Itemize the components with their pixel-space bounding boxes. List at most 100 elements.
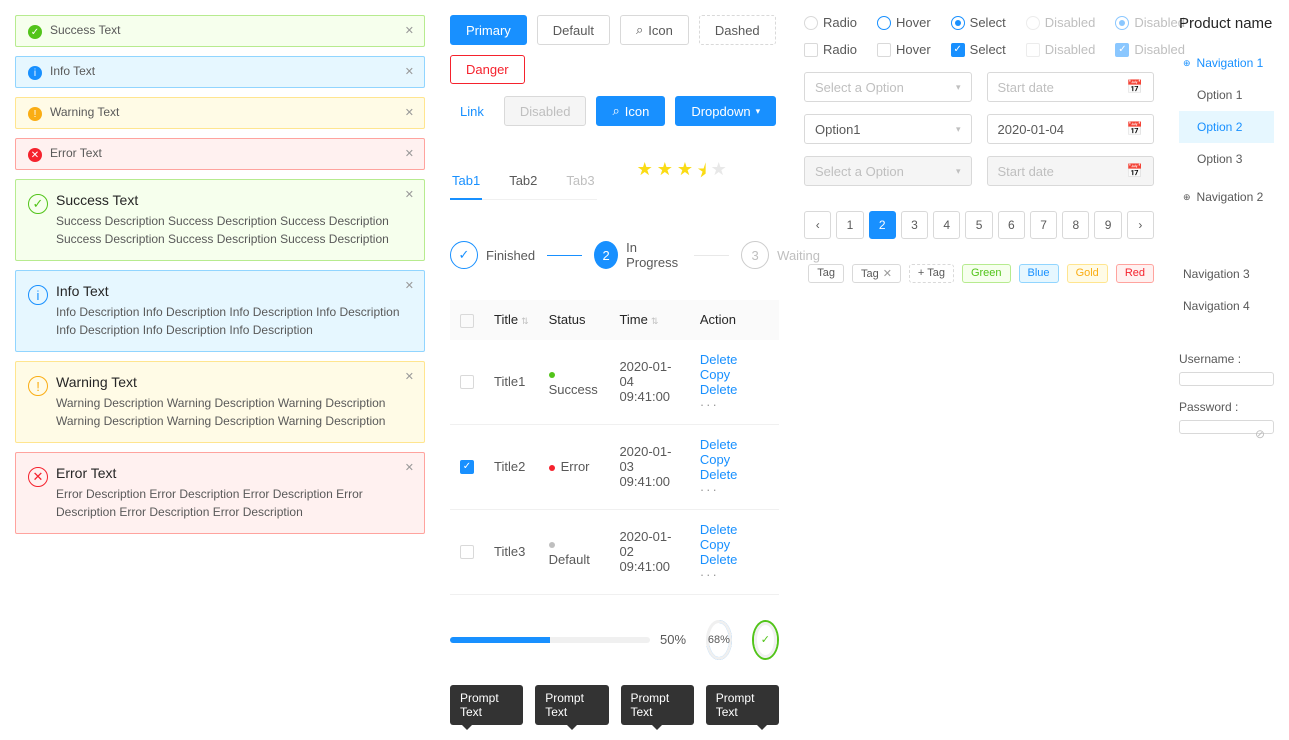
tag-red[interactable]: Red	[1116, 264, 1154, 283]
alert-info-large: i Info Text Info Description Info Descri…	[15, 270, 425, 352]
copy-link[interactable]: Copy	[700, 452, 730, 467]
tab-1[interactable]: Tab1	[450, 163, 482, 200]
radio-item[interactable]: Radio	[804, 15, 857, 30]
more-icon[interactable]: ···	[700, 567, 719, 582]
page-number[interactable]: 5	[965, 211, 992, 239]
eye-off-icon[interactable]: ⊘	[1255, 427, 1265, 441]
more-icon[interactable]: ···	[700, 397, 719, 412]
primary-button[interactable]: Primary	[450, 15, 527, 45]
ck-icon: ✓	[1115, 43, 1129, 57]
nav-3[interactable]: Navigation 3	[1179, 258, 1274, 290]
tag-row: Tag Tag✕ + Tag Green Blue Gold Red	[804, 264, 1154, 283]
radio-item[interactable]: Hover	[877, 15, 931, 30]
close-icon[interactable]: ✕	[405, 24, 414, 37]
delete-link[interactable]: Delete	[700, 522, 738, 537]
tag-plain[interactable]: Tag	[808, 264, 844, 283]
close-icon[interactable]: ✕	[405, 147, 414, 160]
delete-link[interactable]: Delete	[700, 437, 738, 452]
tag-green[interactable]: Green	[962, 264, 1011, 283]
dropdown-button[interactable]: Dropdown▾	[675, 96, 776, 126]
username-input[interactable]	[1179, 372, 1274, 386]
close-icon[interactable]: ✕	[405, 188, 414, 201]
info-icon: i	[28, 66, 42, 80]
close-icon[interactable]: ✕	[405, 461, 414, 474]
radio-icon	[1026, 16, 1040, 30]
nav-1[interactable]: ⊕Navigation 1	[1179, 47, 1274, 79]
close-icon[interactable]: ✕	[405, 370, 414, 383]
error-icon: ✕	[28, 148, 42, 162]
close-icon[interactable]: ✕	[883, 268, 892, 280]
dashed-button[interactable]: Dashed	[699, 15, 776, 45]
button-row-1: Primary Default ⌕Icon Dashed Danger	[450, 15, 779, 84]
page-number[interactable]: 1	[836, 211, 863, 239]
cell-time: 2020-01-03 09:41:00	[609, 424, 689, 509]
icon-button[interactable]: ⌕Icon	[620, 15, 689, 45]
tooltip: Prompt Text	[706, 685, 779, 725]
page-number[interactable]: 4	[933, 211, 960, 239]
date-picker-placeholder[interactable]: Start date📅	[987, 72, 1155, 102]
radio-label: Select	[970, 15, 1006, 30]
ck-label: Disabled	[1134, 42, 1185, 57]
nav-option-2[interactable]: Option 2	[1179, 111, 1274, 143]
nav-4[interactable]: Navigation 4	[1179, 290, 1274, 322]
default-button[interactable]: Default	[537, 15, 610, 45]
copy-link[interactable]: Copy	[700, 537, 730, 552]
page-number[interactable]: 8	[1062, 211, 1089, 239]
row-checkbox[interactable]	[460, 545, 474, 559]
select-value[interactable]: Option1▾	[804, 114, 972, 144]
icon-primary-button[interactable]: ⌕Icon	[596, 96, 665, 126]
ck-item[interactable]: ✓ Select	[951, 42, 1006, 57]
ck-item[interactable]: Radio	[804, 42, 857, 57]
close-icon[interactable]: ✕	[405, 106, 414, 119]
page-number[interactable]: 7	[1030, 211, 1057, 239]
delete-link[interactable]: Delete	[700, 352, 738, 367]
table-row: ✓ Title2 Error 2020-01-03 09:41:00 Delet…	[450, 424, 779, 509]
product-title: Product name	[1179, 15, 1274, 32]
select-all-checkbox[interactable]	[460, 314, 474, 328]
tooltip: Prompt Text	[450, 685, 523, 725]
star-rating[interactable]: ★ ★ ★ ⯨ ★	[637, 159, 727, 189]
alert-title: Info Text	[56, 283, 412, 299]
close-icon[interactable]: ✕	[405, 279, 414, 292]
delete-link[interactable]: Delete	[700, 382, 738, 397]
table-row: Title3 Default 2020-01-02 09:41:00 Delet…	[450, 509, 779, 594]
nav-2[interactable]: ⊕Navigation 2	[1179, 181, 1274, 213]
page-number[interactable]: 6	[998, 211, 1025, 239]
tag-add[interactable]: + Tag	[909, 264, 954, 283]
star-icon: ★	[657, 159, 673, 189]
nav-option-3[interactable]: Option 3	[1179, 143, 1274, 175]
ck-label: Hover	[896, 42, 931, 57]
radio-label: Disabled	[1045, 15, 1096, 30]
delete-link[interactable]: Delete	[700, 552, 738, 567]
tab-2[interactable]: Tab2	[507, 163, 539, 199]
sort-icon[interactable]: ⇅	[521, 316, 529, 326]
page-number[interactable]: 2	[869, 211, 896, 239]
page-number[interactable]: 3	[901, 211, 928, 239]
danger-button[interactable]: Danger	[450, 55, 525, 84]
page-prev[interactable]: ‹	[804, 211, 831, 239]
step-in-progress: 2 In Progress	[594, 240, 682, 270]
alert-warning-large: ! Warning Text Warning Description Warni…	[15, 361, 425, 443]
tag-gold[interactable]: Gold	[1067, 264, 1108, 283]
tag-closable[interactable]: Tag✕	[852, 264, 901, 283]
star-icon: ★	[637, 159, 653, 189]
row-checkbox[interactable]: ✓	[460, 460, 474, 474]
page-next[interactable]: ›	[1127, 211, 1154, 239]
delete-link[interactable]: Delete	[700, 467, 738, 482]
close-icon[interactable]: ✕	[405, 65, 414, 78]
row-checkbox[interactable]	[460, 375, 474, 389]
tag-blue[interactable]: Blue	[1019, 264, 1059, 283]
ck-item[interactable]: Hover	[877, 42, 931, 57]
more-icon[interactable]: ···	[700, 482, 719, 497]
radio-item[interactable]: Select	[951, 15, 1006, 30]
link-button[interactable]: Link	[450, 96, 494, 126]
copy-link[interactable]: Copy	[700, 367, 730, 382]
select-placeholder[interactable]: Select a Option▾	[804, 72, 972, 102]
password-input[interactable]: ⊘	[1179, 420, 1274, 434]
date-picker-value[interactable]: 2020-01-04📅	[987, 114, 1155, 144]
page-number[interactable]: 9	[1094, 211, 1121, 239]
radio-item: Disabled	[1115, 15, 1185, 30]
expand-icon: ⊕	[1183, 192, 1191, 203]
sort-icon[interactable]: ⇅	[651, 316, 659, 326]
nav-option-1[interactable]: Option 1	[1179, 79, 1274, 111]
